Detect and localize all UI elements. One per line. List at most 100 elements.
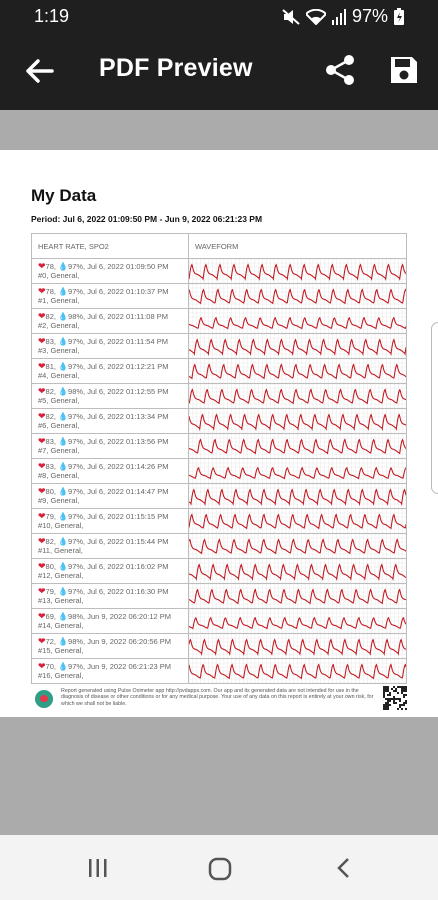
reading-time: Jul 6, 2022 01:13:56 PM (87, 437, 169, 446)
reading-cell: ❤83, 💧97%, Jul 6, 2022 01:14:26 PM #8, Ge… (31, 458, 189, 484)
waveform-cell (188, 583, 407, 609)
scroll-handle[interactable] (431, 322, 438, 494)
pdf-page[interactable]: My Data Period: Jul 6, 2022 01:09:50 PM … (0, 150, 438, 717)
waveform-graph (189, 284, 406, 308)
reading-id: #5, General, (38, 395, 80, 405)
table-row: ❤83, 💧97%, Jul 6, 2022 01:14:26 PM #8, Ge… (31, 458, 407, 484)
waveform-graph (189, 359, 406, 383)
reading-id: #11, General, (38, 545, 83, 555)
reading-cell: ❤79, 💧97%, Jul 6, 2022 01:16:30 PM #13, G… (31, 583, 189, 609)
table-row: ❤82, 💧97%, Jul 6, 2022 01:15:44 PM #11, G… (31, 533, 407, 559)
heart-icon: ❤ (38, 361, 46, 371)
signal-icon (331, 8, 346, 25)
reading-cell: ❤70, 💧97%, Jun 9, 2022 06:21:23 PM #16, G… (31, 658, 189, 684)
preview-background-bottom (0, 717, 438, 835)
waveform-cell (188, 358, 407, 384)
heart-icon: ❤ (38, 611, 46, 621)
reading-cell: ❤80, 💧97%, Jul 6, 2022 01:14:47 PM #9, Ge… (31, 483, 189, 509)
heart-icon: ❤ (38, 511, 46, 521)
disclaimer-text: Report generated using Pulse Oximeter ap… (61, 688, 374, 707)
back-arrow-icon[interactable] (24, 57, 54, 85)
table-row: ❤80, 💧97%, Jul 6, 2022 01:14:47 PM #9, Ge… (31, 483, 407, 509)
table-row: ❤81, 💧97%, Jul 6, 2022 01:12:21 PM #4, Ge… (31, 358, 407, 384)
waveform-graph (189, 334, 406, 358)
waveform-graph (189, 534, 406, 558)
reading-id: #9, General, (38, 495, 80, 505)
waveform-cell (188, 458, 407, 484)
waveform-graph (189, 459, 406, 483)
preview-background-top (0, 110, 438, 150)
status-bar: 1:19 97% (0, 0, 438, 32)
waveform-graph (189, 609, 406, 633)
waveform-graph (189, 659, 406, 683)
nav-back-icon[interactable] (333, 857, 355, 879)
waveform-cell (188, 433, 407, 459)
waveform-cell (188, 258, 407, 284)
waveform-graph (189, 384, 406, 408)
reading-cell: ❤82, 💧97%, Jul 6, 2022 01:15:44 PM #11, G… (31, 533, 189, 559)
reading-cell: ❤78, 💧97%, Jul 6, 2022 01:10:37 PM #1, Ge… (31, 283, 189, 309)
heart-icon: ❤ (38, 536, 46, 546)
document-title: My Data (31, 186, 97, 205)
table-header-row: HEART RATE, SPO2 WAVEFORM (31, 233, 407, 259)
reading-id: #0, General, (38, 270, 80, 280)
heart-icon: ❤ (38, 336, 46, 346)
recent-apps-icon[interactable] (87, 857, 109, 879)
reading-time: Jul 6, 2022 01:15:44 PM (87, 537, 169, 546)
waveform-cell (188, 633, 407, 659)
waveform-cell (188, 333, 407, 359)
waveform-cell (188, 483, 407, 509)
reading-time: Jun 9, 2022 06:20:56 PM (87, 637, 172, 646)
save-icon[interactable] (389, 55, 419, 85)
app-logo-icon (35, 690, 53, 708)
heart-icon: ❤ (38, 561, 46, 571)
waveform-graph (189, 634, 406, 658)
reading-cell: ❤82, 💧98%, Jul 6, 2022 01:11:08 PM #2, Ge… (31, 308, 189, 334)
waveform-graph (189, 584, 406, 608)
reading-time: Jul 6, 2022 01:16:30 PM (87, 587, 169, 596)
waveform-graph (189, 434, 406, 458)
waveform-cell (188, 408, 407, 434)
waveform-cell (188, 608, 407, 634)
waveform-cell (188, 558, 407, 584)
reading-cell: ❤80, 💧97%, Jul 6, 2022 01:16:02 PM #12, G… (31, 558, 189, 584)
reading-time: Jul 6, 2022 01:09:50 PM (87, 262, 169, 271)
waveform-cell (188, 283, 407, 309)
reading-id: #10, General, (38, 520, 84, 530)
waveform-cell (188, 658, 407, 684)
reading-time: Jul 6, 2022 01:12:21 PM (87, 362, 169, 371)
reading-id: #1, General, (38, 295, 80, 305)
waveform-graph (189, 484, 406, 508)
table-row: ❤82, 💧98%, Jul 6, 2022 01:11:08 PM #2, Ge… (31, 308, 407, 334)
reading-id: #4, General, (38, 370, 80, 380)
share-icon[interactable] (325, 54, 355, 86)
table-row: ❤83, 💧97%, Jul 6, 2022 01:11:54 PM #3, Ge… (31, 333, 407, 359)
waveform-graph (189, 509, 406, 533)
reading-cell: ❤78, 💧97%, Jul 6, 2022 01:09:50 PM #0, Ge… (31, 258, 189, 284)
reading-time: Jun 9, 2022 06:20:12 PM (87, 612, 172, 621)
table-row: ❤70, 💧97%, Jun 9, 2022 06:21:23 PM #16, G… (31, 658, 407, 684)
heart-icon: ❤ (38, 661, 46, 671)
heart-icon: ❤ (38, 386, 46, 396)
table-row: ❤83, 💧97%, Jul 6, 2022 01:13:56 PM #7, Ge… (31, 433, 407, 459)
reading-cell: ❤82, 💧97%, Jul 6, 2022 01:13:34 PM #6, Ge… (31, 408, 189, 434)
reading-time: Jul 6, 2022 01:14:47 PM (87, 487, 169, 496)
reading-time: Jul 6, 2022 01:10:37 PM (87, 287, 169, 296)
home-icon[interactable] (208, 857, 232, 881)
wifi-icon (305, 8, 326, 25)
reading-cell: ❤69, 💧98%, Jun 9, 2022 06:20:12 PM #14, G… (31, 608, 189, 634)
reading-time: Jun 9, 2022 06:21:23 PM (87, 662, 172, 671)
waveform-graph (189, 409, 406, 433)
waveform-graph (189, 309, 406, 333)
heart-icon: ❤ (38, 586, 46, 596)
reading-cell: ❤83, 💧97%, Jul 6, 2022 01:13:56 PM #7, Ge… (31, 433, 189, 459)
heart-icon: ❤ (38, 286, 46, 296)
reading-time: Jul 6, 2022 01:11:54 PM (87, 337, 168, 346)
waveform-cell (188, 308, 407, 334)
qr-code-icon (383, 686, 407, 710)
heart-icon: ❤ (38, 436, 46, 446)
reading-cell: ❤83, 💧97%, Jul 6, 2022 01:11:54 PM #3, Ge… (31, 333, 189, 359)
reading-cell: ❤81, 💧97%, Jul 6, 2022 01:12:21 PM #4, Ge… (31, 358, 189, 384)
mute-icon (282, 8, 300, 25)
table-row: ❤78, 💧97%, Jul 6, 2022 01:10:37 PM #1, Ge… (31, 283, 407, 309)
